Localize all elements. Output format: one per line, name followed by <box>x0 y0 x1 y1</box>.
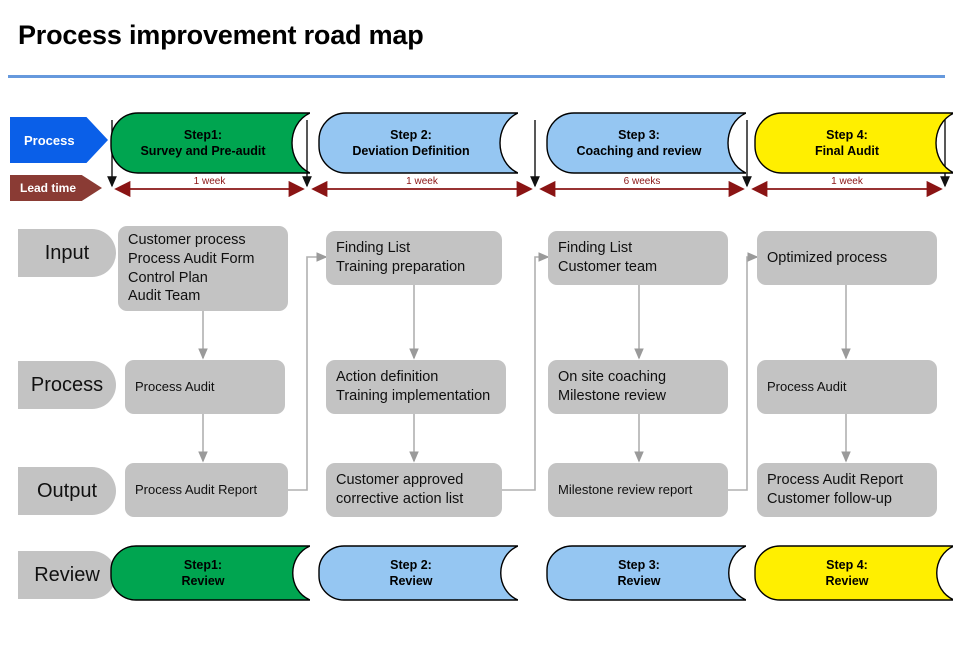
input-box-step4-line1: Optimized process <box>767 249 888 266</box>
lead-time-tag: Lead time <box>10 175 102 201</box>
title-divider <box>8 75 945 78</box>
row-label-output-text: Output <box>36 479 98 502</box>
input-box-step1-line4: Audit Team <box>128 288 201 305</box>
row-label-review-text: Review <box>34 563 100 586</box>
input-box-step3-line2: Customer team <box>558 259 658 275</box>
input-box-step2-line1: Finding List <box>336 240 411 257</box>
lead-time-step2: 1 week <box>406 176 438 187</box>
row-label-input-text: Input <box>44 241 90 264</box>
input-box-step1-line1: Customer process <box>128 231 246 248</box>
review-banner-step2[interactable]: Step 2: Review <box>318 545 518 601</box>
input-box-step4[interactable]: Optimized process <box>757 231 937 285</box>
row-label-output: Output <box>18 467 116 515</box>
row-label-process-text: Process <box>30 373 104 396</box>
process-box-step3-line2: Milestone review <box>558 388 666 404</box>
process-box-step2-line1: Action definition <box>336 369 439 386</box>
output-box-step1-line1: Process Audit Report <box>135 481 258 497</box>
review-banner-step4[interactable]: Step 4: Review <box>754 545 953 601</box>
review-banner-step3[interactable]: Step 3: Review <box>546 545 746 601</box>
input-box-step2-line2: Training preparation <box>336 259 466 275</box>
input-box-step1-line2: Process Audit Form <box>128 250 255 267</box>
step-banner-step4[interactable]: Step 4: Final Audit <box>754 112 953 174</box>
process-box-step1-line1: Process Audit <box>135 378 215 394</box>
output-box-step3-line1: Milestone review report <box>558 481 693 497</box>
output-box-step1[interactable]: Process Audit Report <box>125 463 288 517</box>
process-tag: Process <box>10 117 108 163</box>
input-box-step2[interactable]: Finding List Training preparation <box>326 231 502 285</box>
page-title: Process improvement road map <box>18 20 424 50</box>
output-box-step3[interactable]: Milestone review report <box>548 463 728 517</box>
step-banner-step2[interactable]: Step 2: Deviation Definition <box>318 112 518 174</box>
lead-time-step3: 6 weeks <box>623 176 661 187</box>
process-box-step3[interactable]: On site coaching Milestone review <box>548 360 728 414</box>
output-box-step4-line1: Process Audit Report <box>767 472 904 489</box>
row-label-process: Process <box>18 361 116 409</box>
process-box-step1[interactable]: Process Audit <box>125 360 285 414</box>
process-box-step2[interactable]: Action definition Training implementatio… <box>326 360 506 414</box>
input-box-step3-line1: Finding List <box>558 240 633 257</box>
process-box-step4-line1: Process Audit <box>767 378 847 394</box>
process-box-step2-line2: Training implementation <box>336 388 491 404</box>
slide-canvas: Process improvement road map Process Lea… <box>0 0 953 656</box>
output-box-step2-line1: Customer approved <box>336 472 464 489</box>
step-banner-step1[interactable]: Step1: Survey and Pre-audit <box>110 112 310 174</box>
output-box-step4[interactable]: Process Audit Report Customer follow-up <box>757 463 937 517</box>
output-box-step2[interactable]: Customer approved corrective action list <box>326 463 502 517</box>
process-box-step3-line1: On site coaching <box>558 369 667 386</box>
input-box-step1-line3: Control Plan <box>128 269 208 286</box>
lead-time-step4: 1 week <box>831 176 863 187</box>
row-label-review: Review <box>18 551 116 599</box>
review-banner-step1[interactable]: Step1: Review <box>110 545 310 601</box>
step-banner-step3[interactable]: Step 3: Coaching and review <box>546 112 746 174</box>
lead-time-tag-label: Lead time <box>20 181 77 195</box>
output-box-step2-line2: corrective action list <box>336 491 464 507</box>
input-box-step3[interactable]: Finding List Customer team <box>548 231 728 285</box>
process-tag-label: Process <box>24 132 75 148</box>
output-box-step4-line2: Customer follow-up <box>767 491 892 507</box>
input-box-step1[interactable]: Customer process Process Audit Form Cont… <box>118 226 288 311</box>
lead-time-step1: 1 week <box>193 176 226 187</box>
process-box-step4[interactable]: Process Audit <box>757 360 937 414</box>
row-label-input: Input <box>18 229 116 277</box>
